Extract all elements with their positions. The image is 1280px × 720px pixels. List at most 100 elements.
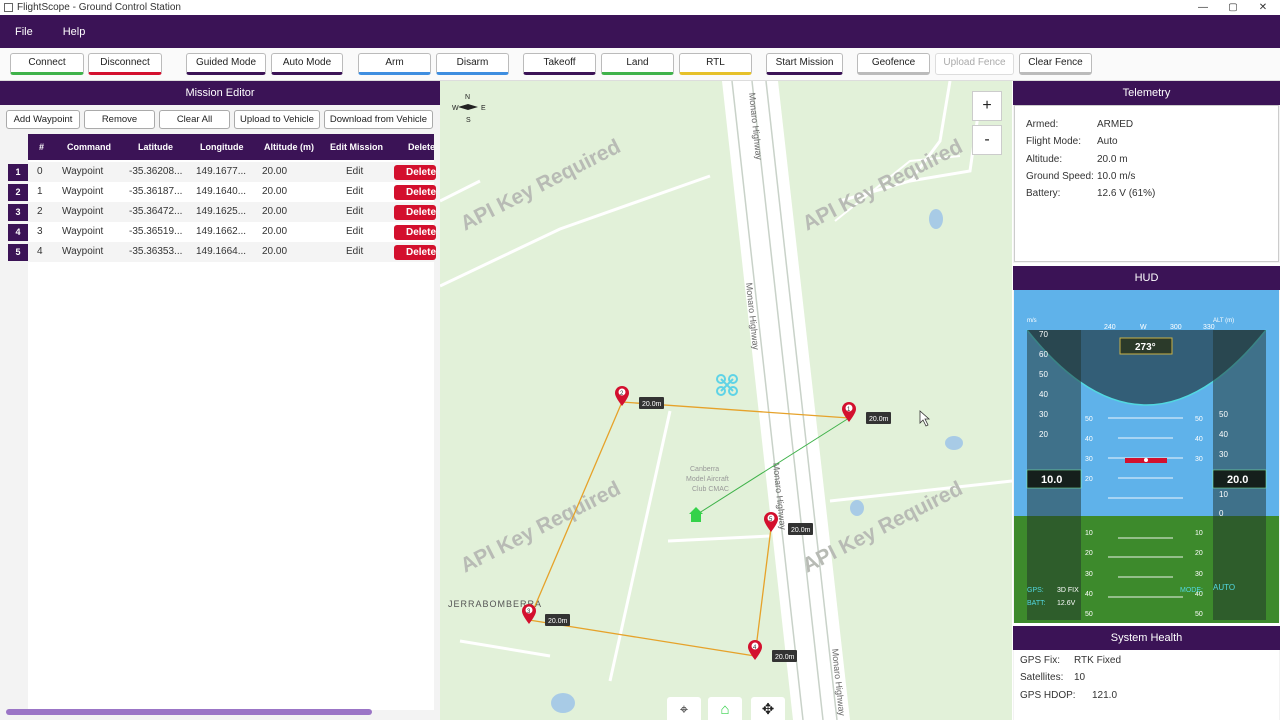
- heading-tick: 300: [1170, 324, 1182, 331]
- system-health-content: GPS Fix: RTK Fixed Satellites: 10 GPS HD…: [1014, 650, 1279, 720]
- delete-button[interactable]: Delete: [394, 205, 436, 220]
- upload-to-vehicle-button[interactable]: Upload to Vehicle: [234, 110, 320, 129]
- altitude-tag: 20.0m: [775, 654, 795, 661]
- cell-longitude: 149.1662...: [196, 226, 247, 237]
- table-row[interactable]: 4 Waypoint -35.36353... 149.1664... 20.0…: [28, 242, 436, 262]
- cell-altitude: 20.00: [262, 186, 288, 197]
- edit-button[interactable]: Edit: [346, 166, 363, 177]
- zoom-out-button[interactable]: -: [972, 125, 1002, 155]
- edit-button[interactable]: Edit: [346, 226, 363, 237]
- waypoint-marker-1[interactable]: 1 20.0m: [842, 402, 891, 424]
- horizontal-scrollbar[interactable]: [6, 709, 372, 715]
- col-latitude[interactable]: Latitude: [138, 142, 173, 152]
- delete-button[interactable]: Delete: [394, 225, 436, 240]
- delete-button[interactable]: Delete: [394, 185, 436, 200]
- clear-all-button[interactable]: Clear All: [159, 110, 230, 129]
- cell-altitude: 20.00: [262, 166, 288, 177]
- api-key-watermark: API Key Required: [457, 477, 624, 577]
- system-health-title: System Health: [1013, 626, 1280, 650]
- geofence-button[interactable]: Geofence: [857, 53, 930, 75]
- cell-index: 2: [37, 206, 43, 217]
- col-longitude[interactable]: Longitude: [200, 142, 244, 152]
- cell-command: Waypoint: [62, 246, 104, 257]
- speed-unit: m/s: [1027, 318, 1037, 324]
- batt-label: BATT:: [1027, 600, 1046, 607]
- zoom-in-button[interactable]: +: [972, 91, 1002, 121]
- altitude-tag: 20.0m: [791, 527, 811, 534]
- gps-value: 3D FIX: [1057, 587, 1079, 594]
- map-view[interactable]: API Key Required API Key Required API Ke…: [440, 81, 1012, 720]
- edit-button[interactable]: Edit: [346, 186, 363, 197]
- home-icon[interactable]: ⌂: [708, 697, 742, 720]
- col-edit-mission[interactable]: Edit Mission: [330, 142, 383, 152]
- pitch-label: 30: [1085, 456, 1093, 463]
- row-number[interactable]: 2: [8, 184, 28, 201]
- window-title: FlightScope - Ground Control Station: [17, 2, 181, 13]
- map-canvas[interactable]: API Key Required API Key Required API Ke…: [440, 81, 1012, 720]
- crosshair-icon[interactable]: ⌖: [667, 697, 701, 720]
- waypoint-marker-3[interactable]: 3 20.0m: [522, 604, 570, 626]
- armed-value: ARMED: [1097, 119, 1134, 130]
- guided-mode-button[interactable]: Guided Mode: [186, 53, 266, 75]
- move-icon[interactable]: ✥: [751, 697, 785, 720]
- maximize-button[interactable]: ▢: [1216, 0, 1250, 15]
- row-number[interactable]: 3: [8, 204, 28, 221]
- add-waypoint-button[interactable]: Add Waypoint: [6, 110, 80, 129]
- remove-button[interactable]: Remove: [84, 110, 155, 129]
- waypoint-marker-2[interactable]: 2 20.0m: [615, 386, 664, 409]
- edit-button[interactable]: Edit: [346, 206, 363, 217]
- disarm-button[interactable]: Disarm: [436, 53, 509, 75]
- arm-button[interactable]: Arm: [358, 53, 431, 75]
- speed-tick: 40: [1039, 390, 1048, 399]
- close-button[interactable]: ✕: [1246, 0, 1280, 15]
- cell-longitude: 149.1625...: [196, 206, 247, 217]
- gps-fix-value: RTK Fixed: [1074, 655, 1122, 666]
- row-number[interactable]: 4: [8, 224, 28, 241]
- cell-command: Waypoint: [62, 166, 104, 177]
- start-mission-button[interactable]: Start Mission: [766, 53, 843, 75]
- cell-altitude: 20.00: [262, 246, 288, 257]
- auto-mode-button[interactable]: Auto Mode: [271, 53, 343, 75]
- download-from-vehicle-button[interactable]: Download from Vehicle: [324, 110, 433, 129]
- table-row[interactable]: 2 Waypoint -35.36472... 149.1625... 20.0…: [28, 202, 436, 222]
- delete-button[interactable]: Delete: [394, 245, 436, 260]
- ground-speed-value: 10.0 m/s: [1097, 171, 1136, 182]
- cell-longitude: 149.1664...: [196, 246, 247, 257]
- cell-command: Waypoint: [62, 206, 104, 217]
- clear-fence-button[interactable]: Clear Fence: [1019, 53, 1092, 75]
- upload-fence-button[interactable]: Upload Fence: [935, 53, 1014, 75]
- col-command[interactable]: Command: [67, 142, 111, 152]
- land-button[interactable]: Land: [601, 53, 674, 75]
- speed-tick: 50: [1039, 370, 1048, 379]
- cell-longitude: 149.1677...: [196, 166, 247, 177]
- table-row[interactable]: 3 Waypoint -35.36519... 149.1662... 20.0…: [28, 222, 436, 242]
- table-row[interactable]: 1 Waypoint -35.36187... 149.1640... 20.0…: [28, 182, 436, 202]
- takeoff-button[interactable]: Takeoff: [523, 53, 596, 75]
- col-altitude[interactable]: Altitude (m): [264, 142, 314, 152]
- home-icon[interactable]: [689, 507, 703, 522]
- menu-help[interactable]: Help: [48, 26, 101, 38]
- pond: [850, 500, 864, 516]
- club-label-line: Club CMAC: [692, 486, 729, 493]
- edit-button[interactable]: Edit: [346, 246, 363, 257]
- col-delete[interactable]: Delete: [408, 142, 434, 152]
- highway: [722, 81, 850, 720]
- col-index[interactable]: #: [39, 142, 44, 152]
- row-number[interactable]: 1: [8, 164, 28, 181]
- speed-readout: 10.0: [1041, 474, 1062, 486]
- delete-button[interactable]: Delete: [394, 165, 436, 180]
- table-row[interactable]: 0 Waypoint -35.36208... 149.1677... 20.0…: [28, 162, 436, 182]
- toolbar: Connect Disconnect Guided Mode Auto Mode…: [0, 48, 1280, 81]
- row-number[interactable]: 5: [8, 244, 28, 261]
- gps-label: GPS:: [1027, 587, 1044, 594]
- menu-file[interactable]: File: [0, 26, 48, 38]
- drone-icon[interactable]: [716, 374, 738, 396]
- connect-button[interactable]: Connect: [10, 53, 84, 75]
- disconnect-button[interactable]: Disconnect: [88, 53, 162, 75]
- cell-latitude: -35.36208...: [129, 166, 183, 177]
- rtl-button[interactable]: RTL: [679, 53, 752, 75]
- pitch-label: 20: [1195, 550, 1203, 557]
- cell-index: 3: [37, 226, 43, 237]
- minimize-button[interactable]: —: [1186, 0, 1220, 15]
- cell-latitude: -35.36187...: [129, 186, 183, 197]
